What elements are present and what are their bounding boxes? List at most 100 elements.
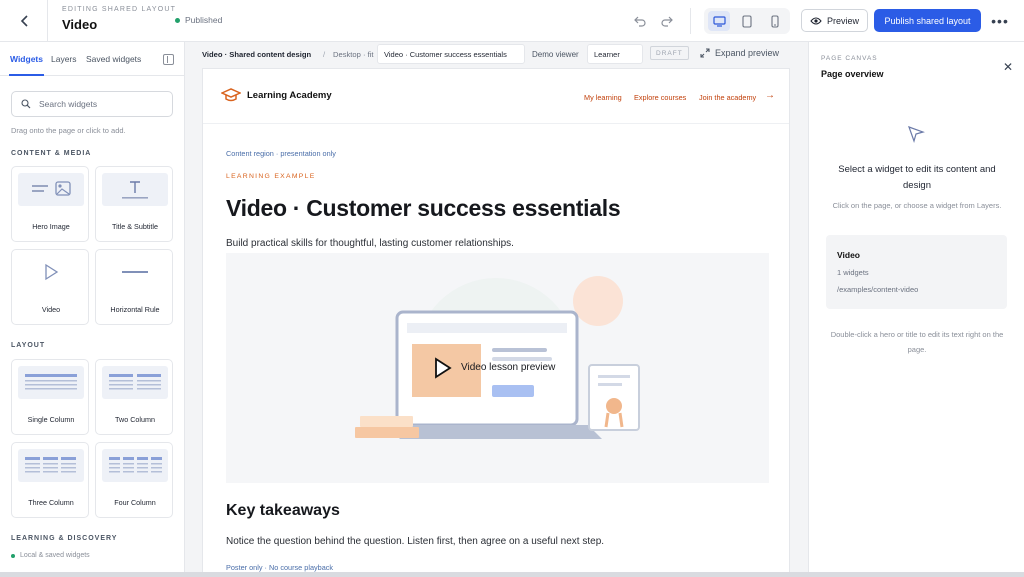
widget-label: Four Column (114, 498, 156, 507)
kicker: LEARNING EXAMPLE (226, 173, 316, 180)
status-dot-icon (11, 553, 15, 558)
section-layout: LAYOUT (11, 342, 46, 349)
divider (690, 8, 691, 34)
divider (47, 0, 48, 42)
breadcrumb-separator: / (323, 50, 326, 59)
tab-widgets[interactable]: Widgets (10, 54, 43, 64)
section-body[interactable]: Notice the question behind the question.… (226, 536, 604, 547)
redo-icon[interactable] (657, 11, 677, 31)
draft-badge: DRAFT (650, 46, 689, 60)
page-subtitle[interactable]: Build practical skills for thoughtful, l… (226, 238, 514, 249)
horizontal-scrollbar[interactable] (0, 572, 1024, 577)
hero-image-thumbnail (18, 173, 84, 206)
expand-preview-button[interactable]: Expand preview (700, 48, 779, 58)
widget-label: Hero Image (32, 222, 70, 231)
tablet-icon[interactable] (736, 11, 758, 31)
layout-summary-card: Video 1 widgets /examples/content-video (826, 235, 1007, 309)
preview-label: Preview (826, 15, 859, 26)
widget-label: Title & Subtitle (111, 222, 159, 231)
page-selector[interactable]: Video · Customer success essentials (377, 44, 525, 64)
widget-title-subtitle[interactable]: Title & Subtitle (95, 166, 173, 242)
widget-search[interactable] (11, 91, 173, 117)
widget-hero-image[interactable]: Hero Image (11, 166, 89, 242)
back-arrow-icon[interactable] (14, 10, 36, 32)
top-bar: EDITING SHARED LAYOUT Video Published Pr… (0, 0, 1024, 42)
page-preview[interactable]: Learning Academy My learning Explore cou… (202, 68, 790, 577)
preview-button[interactable]: Preview (801, 9, 868, 32)
site-header: Learning Academy My learning Explore cou… (203, 69, 789, 124)
widget-label: Single Column (27, 415, 75, 424)
undo-icon[interactable] (630, 11, 650, 31)
widget-three-column[interactable]: Three Column (11, 442, 89, 518)
desktop-icon[interactable] (708, 11, 730, 31)
brand-name: Learning Academy (247, 89, 332, 101)
widget-two-column[interactable]: Two Column (95, 359, 173, 435)
collapse-panel-icon[interactable] (163, 54, 174, 65)
widget-video[interactable]: Video (11, 249, 89, 325)
widget-horizontal-rule[interactable]: Horizontal Rule (95, 249, 173, 325)
expand-icon (700, 48, 710, 58)
title-subtitle-thumbnail (102, 173, 168, 206)
two-column-thumbnail (102, 366, 168, 399)
widget-single-column[interactable]: Single Column (11, 359, 89, 435)
content-region-note: Content region · presentation only (226, 149, 336, 158)
inspector-panel: PAGE CANVAS Page overview ✕ Select a wid… (808, 42, 1024, 577)
publish-button[interactable]: Publish shared layout (874, 9, 981, 32)
footnote-label: Local & saved widgets (20, 552, 90, 559)
widget-source-note: Local & saved widgets (11, 552, 90, 559)
viewer-label: Demo viewer (532, 50, 579, 59)
widgets-panel: Widgets Layers Saved widgets Drag onto t… (0, 42, 185, 572)
empty-state-message: Select a widget to edit its content and … (838, 164, 996, 191)
device-switcher (704, 8, 790, 34)
horizontal-rule-thumbnail (102, 256, 168, 289)
close-icon[interactable]: ✕ (1001, 60, 1015, 74)
summary-title: Video (837, 250, 860, 260)
breadcrumb-viewport: Desktop · fit (333, 50, 374, 59)
play-icon (18, 256, 84, 289)
eye-icon (810, 17, 822, 24)
summary-path: /examples/content-video (837, 285, 919, 294)
four-column-thumbnail (102, 449, 168, 482)
status-dot-icon (175, 17, 180, 23)
section-content-media: CONTENT & MEDIA (11, 150, 92, 157)
mobile-icon[interactable] (764, 11, 786, 31)
section-learning-discovery: LEARNING & DISCOVERY (11, 535, 118, 542)
search-icon (21, 99, 31, 109)
inspector-eyebrow: PAGE CANVAS (821, 55, 878, 62)
video-preview-label: Video lesson preview (461, 362, 556, 373)
status-label: Published (185, 15, 223, 25)
arrow-right-icon[interactable]: → (765, 90, 775, 101)
site-logo[interactable]: Learning Academy (221, 88, 332, 102)
widget-label: Three Column (28, 498, 74, 507)
nav-join-academy[interactable]: Join the academy (699, 93, 756, 102)
graduation-cap-icon (221, 88, 241, 102)
poster-note: Poster only · No course playback (226, 563, 334, 572)
more-options-icon[interactable]: ••• (990, 11, 1010, 31)
nav-explore-courses[interactable]: Explore courses (634, 93, 686, 102)
breadcrumb-layout: Video · Shared content design (202, 50, 312, 59)
search-input[interactable] (39, 99, 159, 109)
nav-my-learning[interactable]: My learning (584, 93, 622, 102)
section-heading[interactable]: Key takeaways (226, 502, 340, 520)
widget-four-column[interactable]: Four Column (95, 442, 173, 518)
summary-widget-count: 1 widgets (837, 268, 869, 277)
panel-tabs: Widgets Layers Saved widgets (0, 42, 184, 76)
expand-label: Expand preview (715, 48, 780, 58)
widget-label: Two Column (115, 415, 155, 424)
empty-state-help: Click on the page, or choose a widget fr… (832, 201, 1002, 210)
viewer-select[interactable]: Learner (587, 44, 643, 64)
drag-hint: Drag onto the page or click to add. (11, 126, 126, 135)
widget-label: Horizontal Rule (110, 305, 160, 314)
tab-saved-widgets[interactable]: Saved widgets (86, 54, 141, 64)
inspector-title: Page overview (821, 69, 884, 79)
page-heading[interactable]: Video · Customer success essentials (226, 195, 621, 222)
document-title: Video (62, 17, 98, 32)
published-status: Published (175, 15, 222, 25)
active-tab-indicator (9, 74, 44, 76)
editing-eyebrow: EDITING SHARED LAYOUT (62, 6, 177, 13)
video-widget[interactable]: Video lesson preview (226, 253, 769, 483)
three-column-thumbnail (18, 449, 84, 482)
editing-tip: Double-click a hero or title to edit its… (830, 330, 1004, 354)
cursor-pointer-icon (907, 125, 925, 148)
tab-layers[interactable]: Layers (51, 54, 77, 64)
